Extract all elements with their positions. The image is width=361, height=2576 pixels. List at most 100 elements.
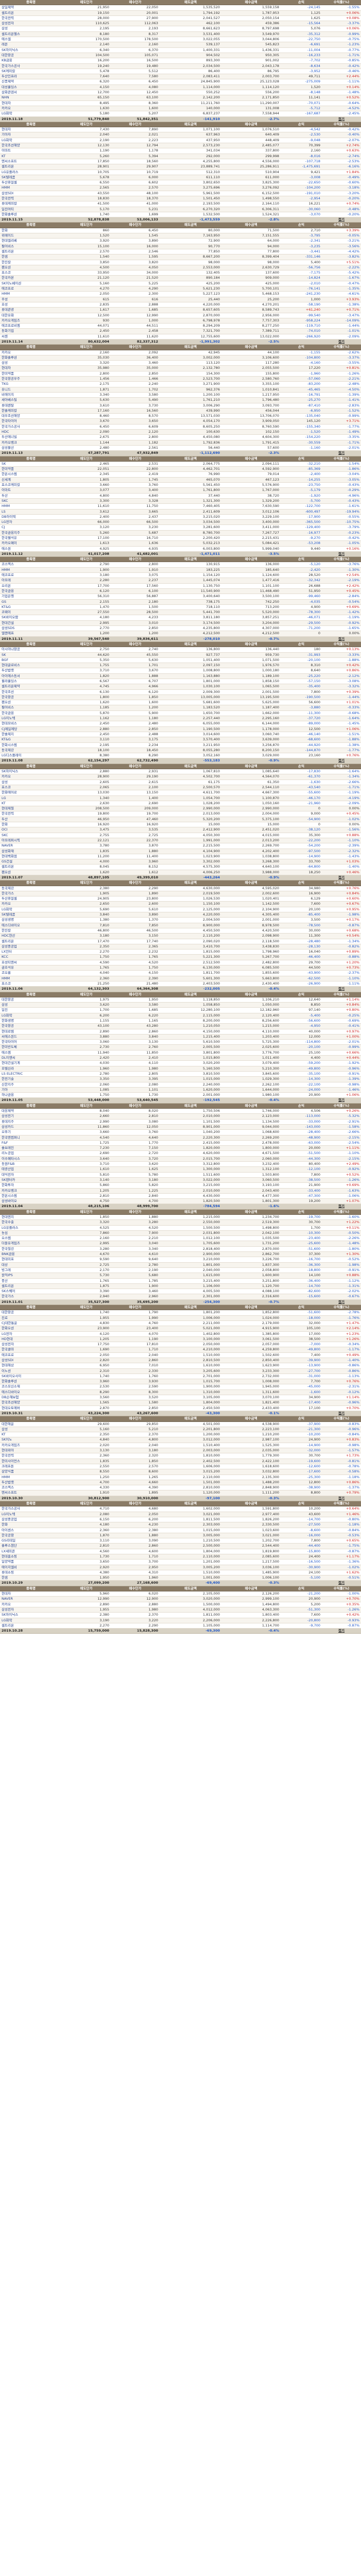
stock-name[interactable]: 호텔신라 [0, 1066, 62, 1072]
stock-name[interactable]: 코웨이 [0, 609, 62, 616]
trade-row[interactable]: 대한항공 1,740 1,790 1,801,200 1,852,800 -51,600-… [0, 1310, 361, 1316]
trade-row[interactable]: SK 44,620 45,550 927,737 959,730 -31,993 -3.33… [0, 652, 361, 658]
stock-name[interactable]: 카카오 [0, 774, 62, 780]
stock-name[interactable]: 삼성 [0, 1427, 62, 1433]
stock-name[interactable]: 하나금융 [0, 1092, 62, 1098]
stock-name[interactable]: 대상 [0, 1262, 62, 1268]
trade-row[interactable]: 현대차 7,430 7,890 1,071,100 1,076,510 -4,542 -0.… [0, 127, 361, 133]
stock-name[interactable]: LS [0, 509, 62, 515]
stock-name[interactable]: 한국수출 [0, 1219, 62, 1226]
trade-row[interactable]: 한샘 1,540 1,595 8,667,200 8,399,404 -331,146 -3… [0, 254, 361, 260]
stock-name[interactable]: 대우조선해양 [0, 413, 62, 419]
stock-name[interactable]: 코오롱 [0, 970, 62, 976]
trade-row[interactable]: 세아베스틸 5,630 5,490 1,761,210 1,796,480 -25,270… [0, 397, 361, 403]
trade-row[interactable]: 이수페타시스 3,640 3,720 2,015,700 2,060,000 -44,30… [0, 1156, 361, 1162]
trade-row[interactable]: 한화에어로 13,030 13,150 4,611,700 4,667,300 -55,6… [0, 790, 361, 796]
trade-row[interactable]: 오리온 17,700 17,560 1,130,750 1,101,100 26,688 +… [0, 583, 361, 589]
trade-row[interactable]: 삼성중공업 6,150 6,200 1,811,500 1,826,200 -14,700… [0, 1517, 361, 1523]
trade-row[interactable]: 롯데지주 2,990 3,080 1,101,500 1,134,500 -33,000-… [0, 1119, 361, 1125]
trade-row[interactable]: 일양약품 3,650 3,700 1,201,000 1,217,500 -16,500-… [0, 1559, 361, 1565]
trade-row[interactable]: 삼성카드 11,860 12,050 8,901,000 9,044,000 -143,0… [0, 1124, 361, 1130]
trade-row[interactable]: 한국항공 1,800 1,850 13,005,000 13,195,500 -190,5… [0, 694, 361, 701]
stock-name[interactable]: 에스엘 [0, 37, 62, 43]
stock-name[interactable]: HDC [0, 429, 62, 435]
trade-row[interactable]: 한샘 1,950 1,960 1,001,000 1,006,100 -5,100 -0.5… [0, 1575, 361, 1581]
trade-row[interactable]: 카카오게임즈 930 1,000 6,798,978 7,757,303 -958,224… [0, 318, 361, 324]
trade-row[interactable]: 대성홀딩스 4,150 4,080 1,114,000 1,114,120 1,520 +0… [0, 84, 361, 91]
stock-name[interactable]: 유니드 [0, 387, 62, 393]
trade-row[interactable]: 삼일제약 21,950 22,050 1,535,520 1,559,158 -24,14… [0, 5, 361, 11]
stock-name[interactable]: 엔씨소프트 [0, 1490, 62, 1496]
trade-row[interactable]: 동국제강 2,380 2,290 4,630,000 4,595,020 34,980 +0… [0, 886, 361, 891]
trade-row[interactable]: 카카오게임즈 2,020 2,040 1,510,400 1,525,300 -14,90… [0, 1443, 361, 1449]
trade-row[interactable]: HMM 2,050 2,300 5,227,123 5,468,153 -241,230-… [0, 291, 361, 297]
stock-name[interactable]: 현대건설 [0, 620, 62, 626]
trade-row[interactable]: 카카오뱅크 1,205 1,225 2,010,000 2,043,400 -33,400… [0, 1188, 361, 1194]
stock-name[interactable]: KT [0, 801, 62, 807]
stock-name[interactable]: KT [0, 1432, 62, 1438]
trade-row[interactable]: 한국쉘석유 17,100 16,710 2,200,420 2,215,431 -9,27… [0, 535, 361, 541]
stock-name[interactable]: SKC [0, 833, 62, 838]
stock-name[interactable]: 한국가스공사 [0, 424, 62, 430]
trade-row[interactable]: 셀트리온 19,150 20,001 1,794,192 1,787,953 1,125 +… [0, 10, 361, 16]
trade-row[interactable]: NAVER 12,990 12,900 3,020,000 2,999,100 20,90… [0, 1596, 361, 1602]
stock-name[interactable]: 기업은행 [0, 594, 62, 600]
trade-row[interactable]: 롯데쇼핑 4,380 4,310 1,510,000 1,485,900 24,100 +1… [0, 1570, 361, 1576]
stock-name[interactable]: 셀트리온헬스 [0, 31, 62, 38]
stock-name[interactable]: SKC [0, 498, 62, 504]
stock-name[interactable]: 삼성전기 [0, 1113, 62, 1120]
trade-row[interactable]: 리노공업 2,690 2,720 4,620,000 4,671,500 -51,500-… [0, 1150, 361, 1157]
trade-row[interactable]: LX인터 2,270 2,232 1,815,000 1,798,960 16,040 +0… [0, 949, 361, 955]
stock-name[interactable]: 한국앤컴퍼니 [0, 1135, 62, 1141]
collapse-toggle[interactable]: 접기 [322, 450, 361, 456]
stock-name[interactable]: 삼성전자 [0, 1342, 62, 1348]
stock-name[interactable]: 삼성카드 [0, 1124, 62, 1130]
stock-name[interactable]: 한국항공 [0, 1023, 62, 1029]
stock-name[interactable]: 한국가스공사 [0, 63, 62, 69]
trade-row[interactable]: 한국가스 2,940 2,960 2,301,000 2,316,600 -15,600-… [0, 1294, 361, 1300]
trade-row[interactable]: 코스맥스 2,790 2,800 130,915 136,000 -5,120 -3.76% [0, 562, 361, 568]
trade-row[interactable]: 한화시스템 2,195 2,234 3,211,950 3,256,870 -44,920… [0, 742, 361, 748]
trade-row[interactable]: CJ대한통운 4,830 4,760 2,211,000 2,179,000 32,000… [0, 1320, 361, 1327]
stock-name[interactable]: LX인터 [0, 949, 62, 955]
stock-name[interactable]: 한솔제지 [0, 732, 62, 738]
stock-name[interactable]: 두산 [0, 493, 62, 499]
stock-name[interactable]: 삼성중공업 [0, 944, 62, 950]
trade-row[interactable]: LG이노텍 1,162 1,180 2,257,440 2,295,160 -37,720… [0, 716, 361, 722]
stock-name[interactable]: 현대엔지 [0, 1214, 62, 1221]
trade-row[interactable]: KT 2,350 2,370 1,200,000 1,210,200 -10,200 -0.… [0, 1432, 361, 1438]
trade-row[interactable]: 팬오션 1,620 1,612 4,006,250 3,988,000 18,250 +0.… [0, 870, 361, 875]
trade-row[interactable]: 포스코 33,950 34,000 132,405 137,600 -7,175 -5.42… [0, 270, 361, 276]
stock-name[interactable]: 휠라홀딩스 [0, 679, 62, 685]
trade-row[interactable]: 한화 4,180 4,230 2,303,000 2,330,500 -27,500 -1.… [0, 1522, 361, 1528]
trade-row[interactable]: 대한유화 12,500 12,990 2,870,000 2,956,000 -99,54… [0, 313, 361, 318]
trade-row[interactable]: TKG 2,175 2,240 3,271,900 3,355,100 -83,200 -2… [0, 381, 361, 387]
trade-row[interactable]: 셀트리온제약 4,745 4,966 1,030,100 1,065,500 -35,40… [0, 684, 361, 690]
collapse-toggle[interactable]: 접기 [322, 1628, 361, 1634]
trade-row[interactable]: 신풍제약 6,320 6,450 24,845,900 25,123,028 -275,0… [0, 79, 361, 85]
trade-row[interactable]: 삼성전기 2,660 2,810 2,010,000 2,123,000 -113,000… [0, 1113, 361, 1120]
stock-name[interactable]: 현대백화점 [0, 854, 62, 860]
trade-row[interactable]: 아이센스 2,360 2,380 1,015,000 1,023,600 -8,600 -0… [0, 1528, 361, 1533]
stock-name[interactable]: 한화솔루션 [0, 1379, 62, 1385]
trade-row[interactable]: 두산밥캣 4,700 4,660 1,501,000 1,488,200 12,800 +0… [0, 1480, 361, 1486]
trade-row[interactable]: SK텔레콤 5,678 6,000 611,110 611,000 -3,008 -0.49… [0, 175, 361, 181]
stock-name[interactable]: 효성 [0, 302, 62, 308]
stock-name[interactable]: 엔씨소프트 [0, 159, 62, 165]
stock-name[interactable]: 팬오션 [0, 700, 62, 706]
stock-name[interactable]: 한국가스 [0, 891, 62, 897]
trade-row[interactable]: LS ELECTRIC 2,780 2,805 3,810,500 3,845,600-… [0, 1071, 361, 1077]
stock-name[interactable]: 한화에어로 [0, 790, 62, 796]
trade-row[interactable]: 솔브레인 7,230 7,150 1,820,000 1,800,000 20,000 +1… [0, 1145, 361, 1151]
stock-name[interactable]: 엘앤에프 [0, 631, 62, 637]
stock-name[interactable]: 한국조선해양 [0, 143, 62, 149]
stock-name[interactable]: 포스코 [0, 270, 62, 276]
trade-row[interactable]: 삼성SDI 2,820 2,860 2,810,500 2,850,400 -39,900… [0, 1358, 361, 1364]
collapse-toggle[interactable]: 접기 [322, 1580, 361, 1586]
trade-row[interactable]: 한국항공 43,100 43,280 1,210,050 1,215,000 -4,950… [0, 1023, 361, 1029]
trade-row[interactable]: 한국조선해양 1,565 1,580 1,804,000 1,821,400 -17,40… [0, 1400, 361, 1406]
stock-name[interactable]: HMM [0, 291, 62, 297]
stock-name[interactable]: 팬오션 [0, 265, 62, 271]
trade-row[interactable]: HD현대 1,205 1,190 3,100,000 3,061,500 38,500 +1… [0, 1336, 361, 1343]
stock-name[interactable]: 두산밥캣 [0, 1480, 62, 1486]
